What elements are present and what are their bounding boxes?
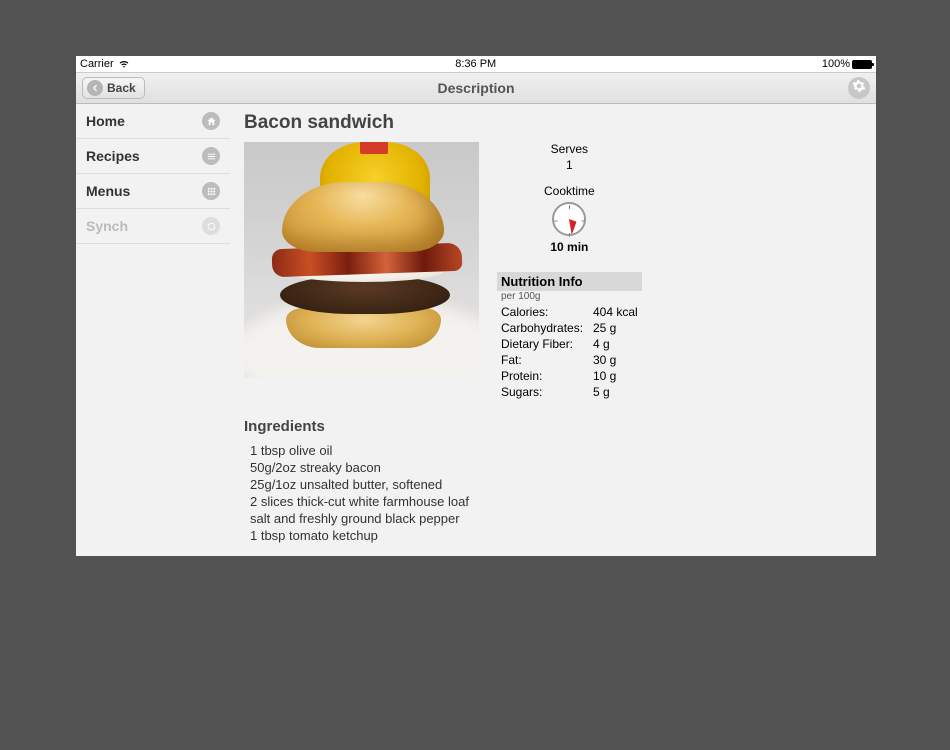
nutrition-key: Calories:: [501, 305, 587, 319]
battery-icon: [852, 60, 872, 69]
nutrition-key: Fat:: [501, 353, 587, 367]
cooktime-box: Cooktime 10 min: [497, 184, 642, 254]
nutrition-row: Calories: 404 kcal: [497, 304, 642, 320]
sidebar-item-label: Home: [86, 113, 125, 129]
cooktime-value: 10 min: [497, 240, 642, 254]
nutrition-value: 10 g: [593, 369, 616, 383]
sidebar-item-label: Synch: [86, 218, 128, 234]
nutrition-value: 4 g: [593, 337, 610, 351]
cooktime-label: Cooktime: [497, 184, 642, 198]
app-window: Carrier 8:36 PM 100% Back Description: [76, 56, 876, 556]
recipe-photo: [244, 142, 479, 378]
sidebar-item-menus[interactable]: Menus: [76, 174, 230, 209]
clock-icon: [552, 202, 586, 236]
sync-icon: [202, 217, 220, 235]
serves-value: 1: [497, 158, 642, 172]
nutrition-row: Carbohydrates: 25 g: [497, 320, 642, 336]
grid-icon: [202, 182, 220, 200]
ingredient-item: 50g/2oz streaky bacon: [250, 460, 862, 475]
ingredient-item: 1 tbsp tomato ketchup: [250, 528, 862, 543]
ingredient-item: 1 tbsp olive oil: [250, 443, 862, 458]
ingredients-list: 1 tbsp olive oil 50g/2oz streaky bacon 25g…: [244, 443, 862, 543]
nutrition-row: Dietary Fiber: 4 g: [497, 336, 642, 352]
status-bar: Carrier 8:36 PM 100%: [76, 56, 876, 72]
back-button-label: Back: [107, 81, 136, 95]
sidebar-item-label: Menus: [86, 183, 130, 199]
nutrition-value: 30 g: [593, 353, 616, 367]
nutrition-row: Sugars: 5 g: [497, 384, 642, 400]
wifi-icon: [118, 57, 130, 72]
sidebar-item-home[interactable]: Home: [76, 104, 230, 139]
content-area: Bacon sandwich Serves 1: [230, 104, 876, 556]
nutrition-key: Carbohydrates:: [501, 321, 587, 335]
nutrition-heading: Nutrition Info: [497, 272, 642, 291]
carrier-label: Carrier: [80, 58, 114, 70]
ingredient-item: 25g/1oz unsalted butter, softened: [250, 477, 862, 492]
page-title: Description: [76, 80, 876, 96]
nutrition-value: 5 g: [593, 385, 610, 399]
serves-box: Serves 1: [497, 142, 642, 172]
battery-percent: 100%: [822, 58, 850, 70]
sidebar-item-synch[interactable]: Synch: [76, 209, 230, 244]
nutrition-key: Protein:: [501, 369, 587, 383]
back-button[interactable]: Back: [82, 77, 145, 99]
nutrition-row: Protein: 10 g: [497, 368, 642, 384]
serves-label: Serves: [497, 142, 642, 156]
nutrition-value: 404 kcal: [593, 305, 638, 319]
nutrition-box: Nutrition Info per 100g Calories: 404 kca…: [497, 272, 642, 400]
nutrition-value: 25 g: [593, 321, 616, 335]
home-icon: [202, 112, 220, 130]
back-arrow-icon: [87, 80, 103, 96]
sidebar: Home Recipes Menus Synch: [76, 104, 230, 556]
ingredients-heading: Ingredients: [244, 418, 862, 435]
nutrition-key: Dietary Fiber:: [501, 337, 587, 351]
nav-bar: Back Description: [76, 72, 876, 104]
gear-icon: [852, 79, 866, 98]
nutrition-key: Sugars:: [501, 385, 587, 399]
sidebar-item-recipes[interactable]: Recipes: [76, 139, 230, 174]
status-time: 8:36 PM: [130, 58, 822, 70]
settings-button[interactable]: [848, 77, 870, 99]
ingredient-item: salt and freshly ground black pepper: [250, 511, 862, 526]
list-icon: [202, 147, 220, 165]
nutrition-row: Fat: 30 g: [497, 352, 642, 368]
nutrition-sub: per 100g: [497, 291, 642, 304]
ingredient-item: 2 slices thick-cut white farmhouse loaf: [250, 494, 862, 509]
recipe-title: Bacon sandwich: [244, 112, 862, 134]
sidebar-item-label: Recipes: [86, 148, 140, 164]
